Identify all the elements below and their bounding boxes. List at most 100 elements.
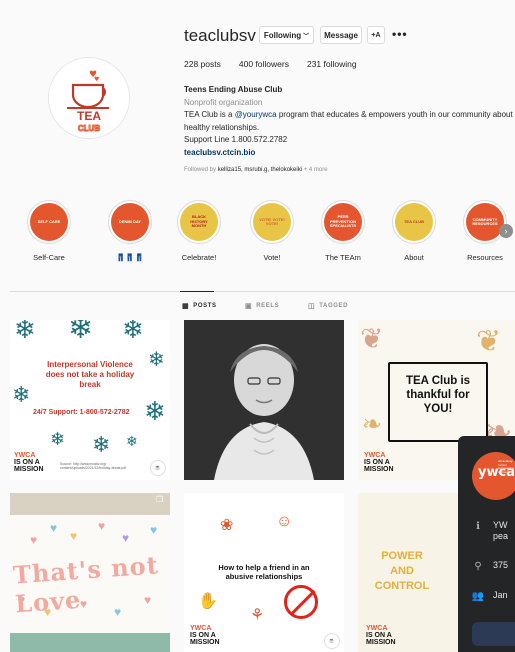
followers-count[interactable]: 400 followers (239, 59, 289, 69)
profile-avatar[interactable]: ♥ ♥ TEA CLUB (48, 57, 130, 139)
followed-by-prefix: Followed by (184, 167, 218, 173)
tab-reels[interactable]: ▣ REELS (245, 302, 279, 310)
snowflake-icon: ❄ (68, 320, 94, 345)
highlight-cover: TEA CLUB (392, 200, 436, 244)
highlight-cover: DENIM DAY (108, 200, 152, 244)
post-thumbnail[interactable]: ❀ ☺ How to help a friend in an abusive r… (184, 493, 344, 652)
highlight-cover: VOTE! VOTE! VOTE! (250, 200, 294, 244)
message-button[interactable]: Message (320, 26, 362, 44)
helping-hands-icon: ✋ (198, 593, 218, 610)
highlight-cover-text: SELF CARE (30, 203, 68, 241)
highlight-cover-text: VOTE! VOTE! VOTE! (253, 203, 291, 241)
post-thumbnail[interactable]: ❄ ❄ ❄ ❄ ❄ ❄ ❄ ❄ ❄ Interpersonal Violence… (10, 320, 170, 480)
highlight-cover: PEER PREVENTION SPECIALISTS (321, 200, 365, 244)
highlight-label: Resources (467, 253, 503, 262)
snowflake-icon: ❄ (148, 349, 165, 371)
bio-link[interactable]: teaclubsv.ctcin.bio (184, 147, 514, 160)
ywca-mission-badge: YWCA IS ON A MISSION (14, 452, 44, 473)
badge-mid: IS ON A (366, 632, 392, 639)
tabs-divider (10, 291, 515, 292)
highlight-label: Self-Care (33, 253, 65, 262)
hover-card-popup[interactable]: eliminating racism empowering women ywca… (458, 436, 515, 652)
suggest-people-button[interactable]: +A (367, 26, 385, 44)
post-thumbnail[interactable] (184, 320, 344, 480)
tag-icon: ◫ (308, 303, 316, 310)
snowflake-icon: ❄ (14, 320, 36, 344)
profile-header: ♥ ♥ TEA CLUB teaclubsv Following ﹀ Messa… (0, 0, 515, 200)
badge-mid: IS ON A (364, 459, 390, 466)
highlight-item[interactable]: VOTE! VOTE! VOTE! Vote! (240, 200, 304, 262)
badge-top: YWCA (190, 625, 212, 632)
followed-by[interactable]: Followed by kelliza15, msrubi.g, theloko… (184, 167, 328, 173)
snowflake-icon: ❄ (122, 320, 144, 344)
highlight-label: 👖👖👖 (115, 253, 144, 262)
highlight-item[interactable]: DENIM DAY 👖👖👖 (98, 200, 162, 262)
badge-mid: IS ON A (190, 632, 216, 639)
post-headline: TEA Club is thankful for YOU! (405, 375, 471, 415)
following-button[interactable]: Following ﹀ (259, 26, 314, 44)
portrait-photo (184, 320, 344, 480)
highlight-cover-text: TEA CLUB (395, 203, 433, 241)
tab-posts[interactable]: ▦ POSTS (182, 302, 217, 310)
add-person-icon: +A (371, 31, 381, 39)
followed-by-names: kelliza15, msrubi.g, thelokokeiki (217, 167, 303, 173)
chevron-right-icon[interactable]: › (499, 224, 513, 238)
badge-mid: IS ON A (14, 459, 40, 466)
leaf-icon: ❧ (362, 411, 383, 438)
badge-bottom: MISSION (366, 639, 396, 646)
highlight-item[interactable]: BLACK HISTORY MONTH Celebrate! (167, 200, 231, 262)
ywca-mission-badge: YWCA IS ON A MISSION (366, 625, 396, 646)
popup-action-button[interactable] (472, 622, 515, 646)
highlight-item[interactable]: SELF CARE Self-Care (17, 200, 81, 262)
badge-top: YWCA (366, 625, 388, 632)
profile-category: Nonprofit organization (184, 97, 263, 107)
profile-stats: 228 posts 400 followers 231 following (184, 59, 357, 69)
popup-row-people: 👥 Jan (472, 590, 508, 602)
posts-count: 228 posts (184, 59, 221, 69)
tea-club-mini-logo: ☕ (150, 460, 166, 476)
tab-tagged-label: TAGGED (319, 303, 349, 309)
bio-mention-link[interactable]: @yourywca (235, 110, 277, 119)
prohibited-icon (284, 585, 318, 619)
highlight-item[interactable]: TEA CLUB About (382, 200, 446, 262)
ywca-logo: eliminating racism empowering women ywca (472, 452, 515, 500)
followed-by-more: + 4 more (302, 167, 328, 173)
tab-reels-label: REELS (256, 303, 280, 309)
leaf-icon: ❦ (476, 325, 502, 358)
profile-name: Teens Ending Abuse Club (184, 85, 283, 94)
ywca-mission-badge: YWCA IS ON A MISSION (190, 625, 220, 646)
popup-row-info: ℹ YW pea (472, 520, 515, 542)
badge-top: YWCA (14, 452, 36, 459)
highlight-label: Vote! (263, 253, 281, 262)
post-headline: POWER AND CONTROL (374, 550, 430, 592)
snowflake-icon: ❄ (126, 433, 138, 449)
more-options-icon[interactable]: ••• (392, 27, 408, 41)
highlight-cover-text: BLACK HISTORY MONTH (180, 203, 218, 241)
active-tab-indicator (180, 291, 214, 292)
snowflake-icon: ❄ (12, 382, 31, 407)
following-count[interactable]: 231 following (307, 59, 357, 69)
profile-bio: Teens Ending Abuse Club Nonprofit organi… (184, 84, 514, 159)
thinking-person-icon: ☺ (276, 513, 293, 530)
post-thumbnail[interactable]: ♥ ♥ ♥ ♥ ♥ ♥ ♥ ♥ ♥ ♥ ♥ That's not Love ❐ (10, 493, 170, 652)
popup-people-text: Jan (493, 590, 508, 600)
heart-icon: ♥ (50, 521, 58, 535)
highlight-cover: BLACK HISTORY MONTH (177, 200, 221, 244)
story-highlights: SELF CARE Self-Care DENIM DAY 👖👖👖 BLACK … (0, 200, 515, 270)
badge-bottom: MISSION (190, 639, 220, 646)
bio-prefix: TEA Club is a (184, 110, 235, 119)
svg-text:♥: ♥ (94, 76, 99, 83)
grid-icon: ▦ (182, 303, 190, 310)
highlight-cover-text: PEER PREVENTION SPECIALISTS (324, 203, 362, 241)
popup-address-text: 375 (493, 560, 509, 570)
support-network-icon: ⚘ (250, 607, 265, 624)
avatar-brand-top: TEA (77, 109, 101, 123)
heart-icon: ♥ (122, 531, 130, 545)
people-icon: 👥 (471, 590, 485, 602)
tab-tagged[interactable]: ◫ TAGGED (308, 302, 348, 310)
snowflake-icon: ❄ (144, 396, 166, 426)
highlight-label: Celebrate! (181, 253, 217, 262)
highlight-item[interactable]: PEER PREVENTION SPECIALISTS The TEAm (311, 200, 375, 262)
leaf-icon: ❦ (360, 323, 384, 354)
post-headline: How to help a friend in an abusive relat… (218, 563, 310, 581)
